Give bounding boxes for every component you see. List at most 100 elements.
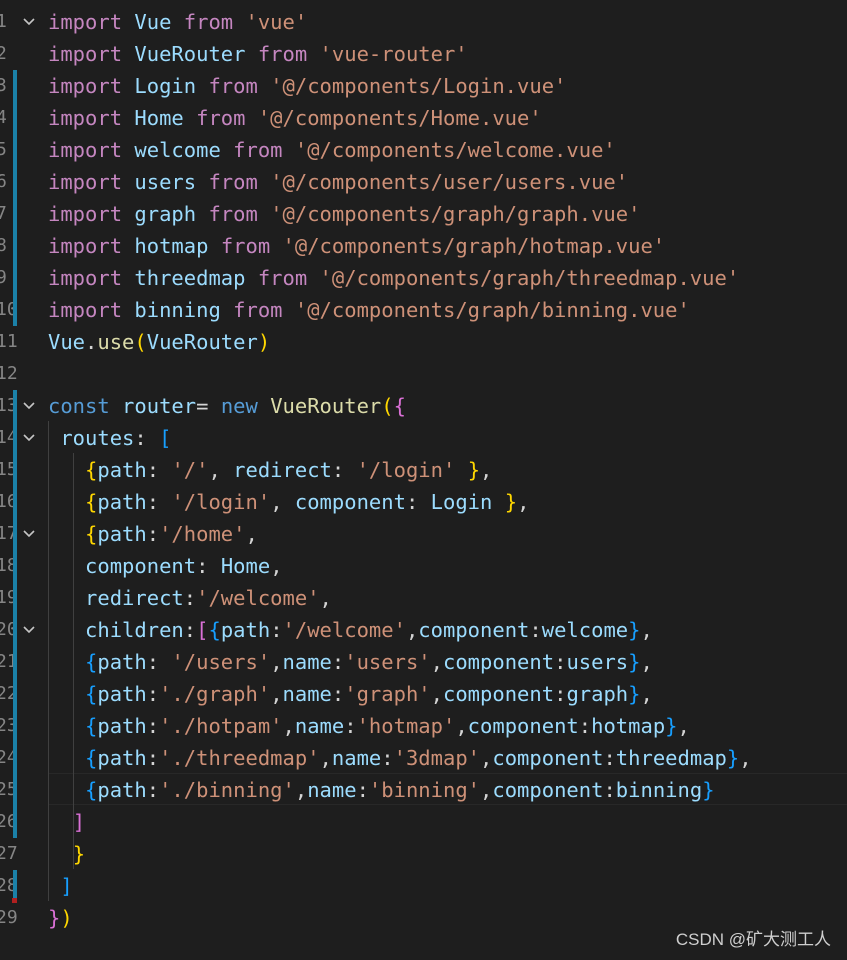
fold-chevron-icon[interactable]: [22, 399, 36, 413]
code-line[interactable]: 6 import users from '@/components/user/us…: [0, 166, 847, 198]
code-token: 'vue': [245, 10, 308, 34]
line-number: 23: [0, 715, 18, 736]
code-text: children:[{path:'/welcome',component:wel…: [48, 614, 653, 646]
code-line[interactable]: 10 import binning from '@/components/grap…: [0, 294, 847, 326]
code-line[interactable]: 26 ]: [0, 806, 847, 838]
code-line[interactable]: 28 ]: [0, 870, 847, 902]
code-line[interactable]: 15 {path: '/', redirect: '/login' },: [0, 454, 847, 486]
code-line[interactable]: 27 }: [0, 838, 847, 870]
code-line[interactable]: 2 import VueRouter from 'vue-router': [0, 38, 847, 70]
code-token: Home: [220, 554, 271, 578]
code-token: ,: [319, 746, 332, 770]
fold-chevron-icon[interactable]: [22, 623, 36, 637]
code-token: threedmap: [615, 746, 727, 770]
fold-chevron-icon[interactable]: [22, 431, 36, 445]
code-line[interactable]: 12: [0, 358, 847, 390]
code-token: {: [85, 746, 98, 770]
git-modified-marker: [13, 486, 17, 518]
code-line[interactable]: 3 import Login from '@/components/Login.v…: [0, 70, 847, 102]
git-modified-marker: [13, 198, 17, 230]
code-line[interactable]: 7 import graph from '@/components/graph/g…: [0, 198, 847, 230]
git-modified-marker: [13, 774, 17, 806]
code-line[interactable]: 11 Vue.use(VueRouter): [0, 326, 847, 358]
code-line[interactable]: 16 {path: '/login', component: Login },: [0, 486, 847, 518]
git-modified-marker: [13, 550, 17, 582]
code-line[interactable]: 13 const router= new VueRouter({: [0, 390, 847, 422]
code-token: children: [85, 618, 184, 642]
code-token: :: [146, 650, 172, 674]
code-token: 'hotmap': [356, 714, 456, 738]
code-token: '/login': [171, 490, 271, 514]
code-token: .: [85, 330, 98, 354]
code-line[interactable]: 20 children:[{path:'/welcome',component:…: [0, 614, 847, 646]
watermark: CSDN @矿大测工人: [675, 930, 831, 949]
code-token: ,: [739, 746, 752, 770]
code-line[interactable]: 4 import Home from '@/components/Home.vue…: [0, 102, 847, 134]
code-token: '@/components/user/users.vue': [270, 170, 629, 194]
code-token: VueRouter: [146, 330, 258, 354]
code-token: component: [443, 650, 555, 674]
fold-chevron-icon[interactable]: [22, 527, 36, 541]
code-line[interactable]: 8 import hotmap from '@/components/graph/…: [0, 230, 847, 262]
code-text: Vue.use(VueRouter): [48, 326, 270, 358]
code-token: :: [134, 426, 160, 450]
code-token: name: [294, 714, 345, 738]
code-token: ,: [270, 490, 295, 514]
git-modified-marker: [13, 806, 17, 838]
code-token: welcome: [122, 138, 234, 162]
code-text: ]: [48, 870, 72, 902]
code-text: import users from '@/components/user/use…: [48, 166, 628, 198]
code-line[interactable]: 1 import Vue from 'vue': [0, 6, 847, 38]
code-token: from: [196, 106, 246, 130]
code-line[interactable]: 24 {path:'./threedmap',name:'3dmap',comp…: [0, 742, 847, 774]
code-token: import: [48, 202, 123, 226]
code-token: import: [48, 10, 123, 34]
code-line[interactable]: 14 routes: [: [0, 422, 847, 454]
code-token: '@/components/Home.vue': [257, 106, 542, 130]
code-line[interactable]: 22 {path:'./graph',name:'graph',componen…: [0, 678, 847, 710]
code-token: from: [257, 42, 308, 66]
line-number: 4: [0, 107, 7, 128]
code-token: '@/components/graph/threedmap.vue': [319, 266, 740, 290]
code-token: binning: [615, 778, 703, 802]
line-number: 28: [0, 875, 18, 896]
code-text: import hotmap from '@/components/graph/h…: [48, 230, 665, 262]
git-modified-marker: [13, 230, 17, 262]
code-token: }: [504, 490, 518, 514]
code-token: :: [381, 746, 394, 770]
code-text: import Home from '@/components/Home.vue': [48, 102, 542, 134]
code-editor[interactable]: 1 import Vue from 'vue' 2 import VueRouter …: [0, 0, 847, 960]
line-number: 26: [0, 811, 18, 832]
code-token: }: [467, 458, 481, 482]
line-number: 5: [0, 139, 7, 160]
code-token: Vue: [48, 330, 86, 354]
code-line[interactable]: 17 {path:'/home',: [0, 518, 847, 550]
code-line[interactable]: 9 import threedmap from '@/components/gra…: [0, 262, 847, 294]
git-modified-marker: [13, 102, 17, 134]
code-text: import graph from '@/components/graph/gr…: [48, 198, 640, 230]
fold-chevron-icon[interactable]: [22, 15, 36, 29]
code-text: {path: '/users',name:'users',component:u…: [48, 646, 653, 678]
code-token: component: [294, 490, 406, 514]
code-line[interactable]: 25 {path:'./binning',name:'binning',comp…: [0, 774, 847, 806]
code-token: import: [48, 170, 123, 194]
line-number: 18: [0, 555, 18, 576]
code-token: ): [60, 906, 73, 930]
line-number: 21: [0, 651, 18, 672]
code-line[interactable]: 21 {path: '/users',name:'users',componen…: [0, 646, 847, 678]
code-token: graph: [122, 202, 209, 226]
code-token: import: [48, 234, 123, 258]
line-number: 19: [0, 587, 18, 608]
code-line[interactable]: 19 redirect:'/welcome',: [0, 582, 847, 614]
code-line[interactable]: 23 {path:'./hotpam',name:'hotmap',compon…: [0, 710, 847, 742]
code-line[interactable]: 18 component: Home,: [0, 550, 847, 582]
code-line[interactable]: 5 import welcome from '@/components/welco…: [0, 134, 847, 166]
code-token: from: [208, 74, 258, 98]
